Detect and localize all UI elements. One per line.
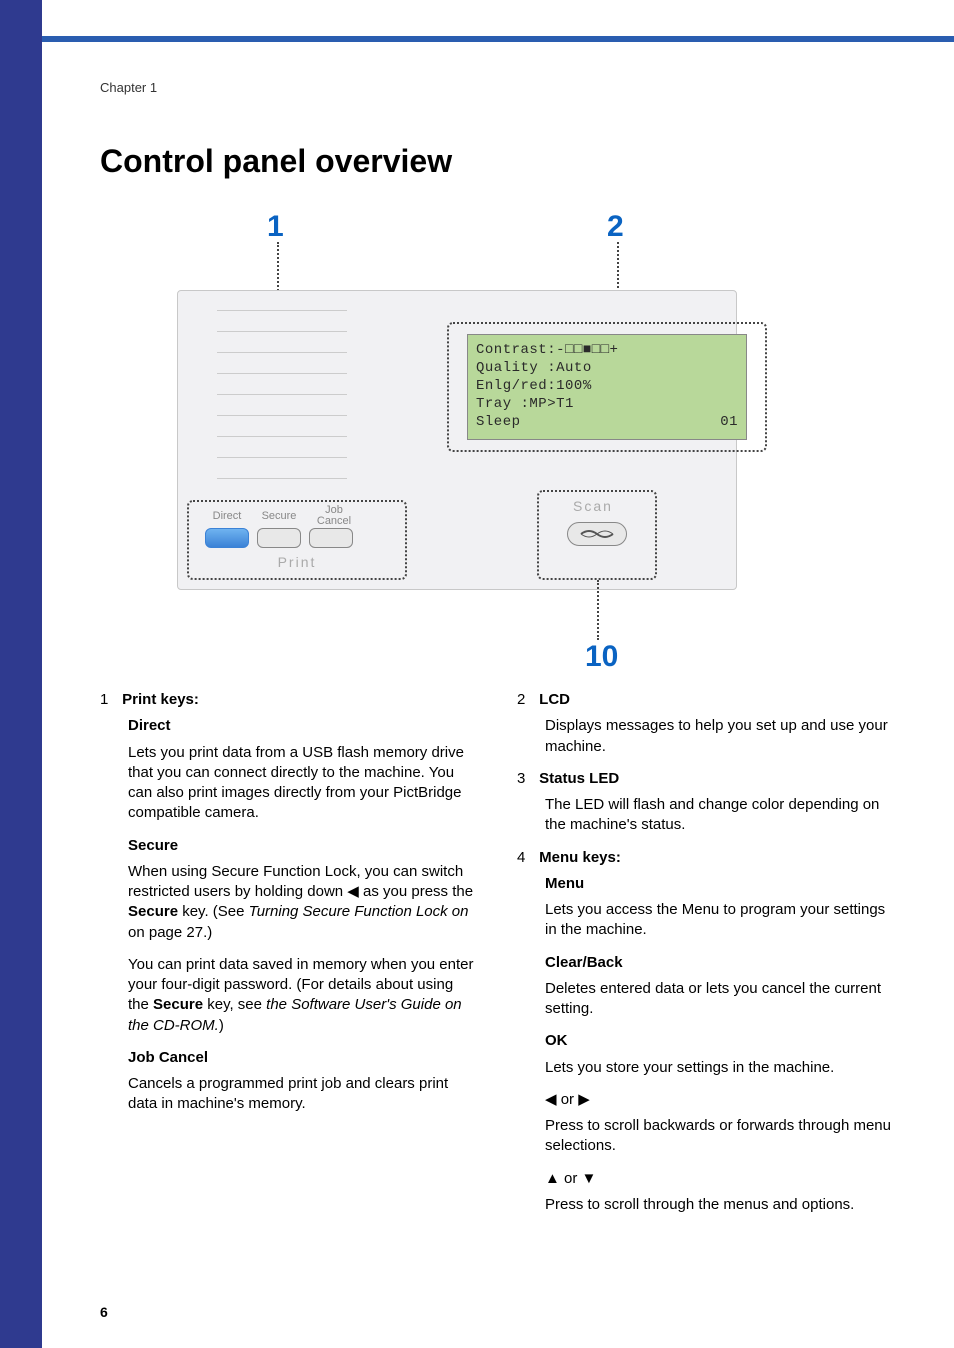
lcd-line-5: Sleep 01	[476, 413, 738, 431]
direct-paragraph: Lets you print data from a USB flash mem…	[128, 743, 477, 824]
lcd-line-3: Enlg/red:100%	[476, 377, 738, 395]
ok-paragraph: Lets you store your settings in the mach…	[545, 1058, 894, 1078]
item-4-title: Menu keys:	[539, 849, 621, 866]
lcd-paragraph: Displays messages to help you set up and…	[545, 716, 894, 757]
item-2-header: 2 LCD	[517, 690, 894, 710]
page-number: 6	[100, 1304, 108, 1320]
leftright-heading: ◀ or ▶	[545, 1090, 894, 1110]
description-columns: 1 Print keys: Direct Lets you print data…	[100, 690, 894, 1227]
menu-paragraph: Lets you access the Menu to program your…	[545, 900, 894, 941]
control-panel-figure: 1 2 Contrast:-□□■□□+ Quality :Auto Enlg/…	[117, 210, 877, 670]
scan-button[interactable]	[567, 522, 627, 546]
callout-10: 10	[585, 640, 618, 674]
scan-section-label: Scan	[573, 498, 613, 514]
item-1-header: 1 Print keys:	[100, 690, 477, 710]
updown-heading: ▲ or ▼	[545, 1169, 894, 1189]
panel-ridges	[217, 310, 347, 499]
item-3-header: 3 Status LED	[517, 769, 894, 789]
menu-heading: Menu	[545, 874, 894, 894]
secure-button[interactable]	[257, 528, 301, 548]
statusled-paragraph: The LED will flash and change color depe…	[545, 795, 894, 836]
secure-p2b: key, see	[203, 996, 266, 1013]
item-3-title: Status LED	[539, 770, 619, 787]
clearback-heading: Clear/Back	[545, 953, 894, 973]
callout-10-line	[597, 580, 599, 640]
secure-p1b: as you press the	[359, 883, 473, 900]
secure-p1-italic: Turning Secure Function Lock on	[249, 903, 469, 920]
page: Chapter 1 Control panel overview 1 2 Con…	[0, 0, 954, 1348]
secure-p2c: )	[219, 1017, 224, 1034]
clearback-paragraph: Deletes entered data or lets you cancel …	[545, 979, 894, 1020]
lcd-line-2: Quality :Auto	[476, 359, 738, 377]
updown-paragraph: Press to scroll through the menus and op…	[545, 1195, 894, 1215]
lcd-screen: Contrast:-□□■□□+ Quality :Auto Enlg/red:…	[467, 334, 747, 440]
content-area: Chapter 1 Control panel overview 1 2 Con…	[100, 80, 894, 1227]
direct-heading: Direct	[128, 716, 477, 736]
lcd-line-4: Tray :MP>T1	[476, 395, 738, 413]
direct-button[interactable]	[205, 528, 249, 548]
print-section-label: Print	[187, 554, 407, 570]
jobcancel-heading: Job Cancel	[128, 1048, 477, 1068]
chapter-label: Chapter 1	[100, 80, 894, 95]
item-2-number: 2	[517, 690, 535, 710]
item-4-number: 4	[517, 848, 535, 868]
left-arrow-icon: ◀	[347, 883, 359, 900]
secure-p2-bold: Secure	[153, 996, 203, 1013]
left-margin-bar	[0, 0, 42, 1348]
scan-icon	[579, 526, 615, 542]
leftright-paragraph: Press to scroll backwards or forwards th…	[545, 1116, 894, 1157]
secure-paragraph-1: When using Secure Function Lock, you can…	[128, 862, 477, 943]
ok-heading: OK	[545, 1031, 894, 1051]
lcd-line-5-num: 01	[720, 413, 738, 431]
item-3-number: 3	[517, 769, 535, 789]
lcd-line-1: Contrast:-□□■□□+	[476, 341, 738, 359]
direct-key-label: Direct	[205, 510, 249, 522]
top-accent-rule	[42, 36, 954, 42]
secure-paragraph-2: You can print data saved in memory when …	[128, 955, 477, 1036]
page-title: Control panel overview	[100, 143, 894, 180]
left-column: 1 Print keys: Direct Lets you print data…	[100, 690, 477, 1227]
callout-1: 1	[267, 210, 284, 244]
jobcancel-button[interactable]	[309, 528, 353, 548]
callout-2: 2	[607, 210, 624, 244]
right-column: 2 LCD Displays messages to help you set …	[517, 690, 894, 1227]
jobcancel-key-label2: Cancel	[309, 515, 359, 527]
secure-p1-bold: Secure	[128, 903, 178, 920]
secure-p1c: key. (See	[178, 903, 249, 920]
jobcancel-paragraph: Cancels a programmed print job and clear…	[128, 1074, 477, 1115]
item-2-title: LCD	[539, 691, 570, 708]
item-1-number: 1	[100, 690, 118, 710]
secure-heading: Secure	[128, 836, 477, 856]
secure-p1d: on page 27.)	[128, 924, 212, 941]
item-4-header: 4 Menu keys:	[517, 848, 894, 868]
lcd-line-5-text: Sleep	[476, 414, 521, 430]
item-1-title: Print keys:	[122, 691, 199, 708]
secure-key-label: Secure	[257, 510, 301, 522]
